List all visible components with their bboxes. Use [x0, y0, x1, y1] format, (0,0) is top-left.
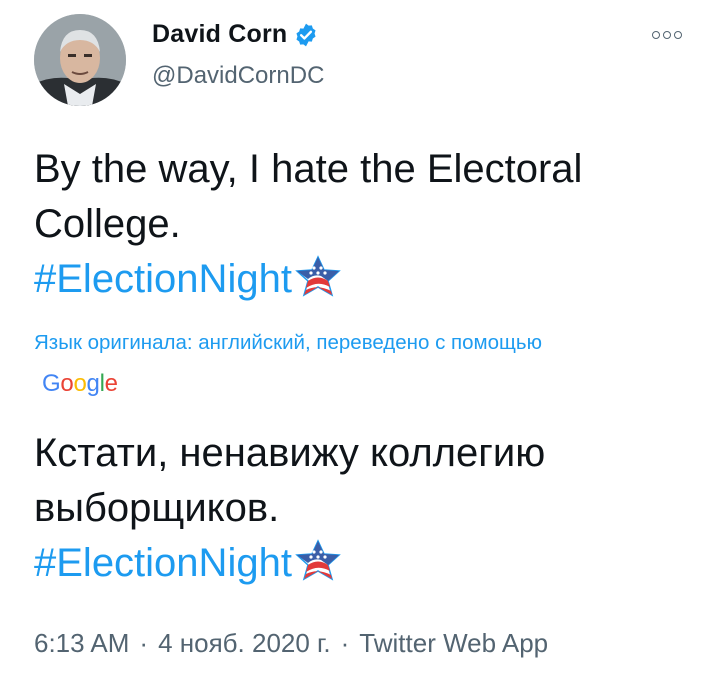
- tweet-text-line-1: By the way, I hate the Electoral: [34, 147, 583, 191]
- translation-notice: Язык оригинала: английский, переведено с…: [34, 331, 542, 354]
- tweet-meta: 6:13 AM · 4 нояб. 2020 г. · Twitter Web App: [34, 628, 548, 659]
- google-letter: e: [104, 370, 118, 397]
- translated-hashtag-line: #ElectionNight: [34, 536, 545, 591]
- separator: ·: [139, 628, 149, 658]
- timestamp-link[interactable]: 6:13 AM: [34, 628, 129, 658]
- avatar[interactable]: [34, 14, 126, 106]
- verified-badge-icon: [293, 22, 319, 48]
- google-logo[interactable]: Google: [42, 370, 118, 398]
- google-letter: G: [42, 370, 61, 397]
- separator: ·: [340, 628, 350, 658]
- source-link[interactable]: Twitter Web App: [359, 628, 548, 658]
- google-letter: o: [73, 370, 87, 397]
- google-letter: g: [86, 370, 100, 397]
- translated-line-1: Кстати, ненавижу коллегию: [34, 431, 546, 475]
- translated-hashtag-link[interactable]: #ElectionNight: [34, 536, 292, 591]
- translated-line-2: выборщиков.: [34, 486, 280, 530]
- google-letter: o: [60, 370, 74, 397]
- date-link[interactable]: 4 нояб. 2020 г.: [158, 628, 331, 658]
- more-options-icon[interactable]: [652, 28, 686, 42]
- star-flag-emoji-icon: [295, 539, 341, 581]
- tweet-text-line-2: College.: [34, 202, 181, 246]
- hashtag-line: #ElectionNight: [34, 252, 582, 307]
- star-flag-emoji-icon: [295, 255, 341, 297]
- author-name-row[interactable]: David Corn: [152, 20, 319, 49]
- translated-text: Кстати, ненавижу коллегию выборщиков. #E…: [34, 426, 545, 591]
- hashtag-link[interactable]: #ElectionNight: [34, 252, 292, 307]
- author-handle[interactable]: @DavidCornDC: [152, 62, 324, 90]
- display-name[interactable]: David Corn: [152, 20, 287, 49]
- tweet-card: David Corn @DavidCornDC By the way, I ha…: [0, 0, 720, 675]
- tweet-text: By the way, I hate the Electoral College…: [34, 142, 582, 307]
